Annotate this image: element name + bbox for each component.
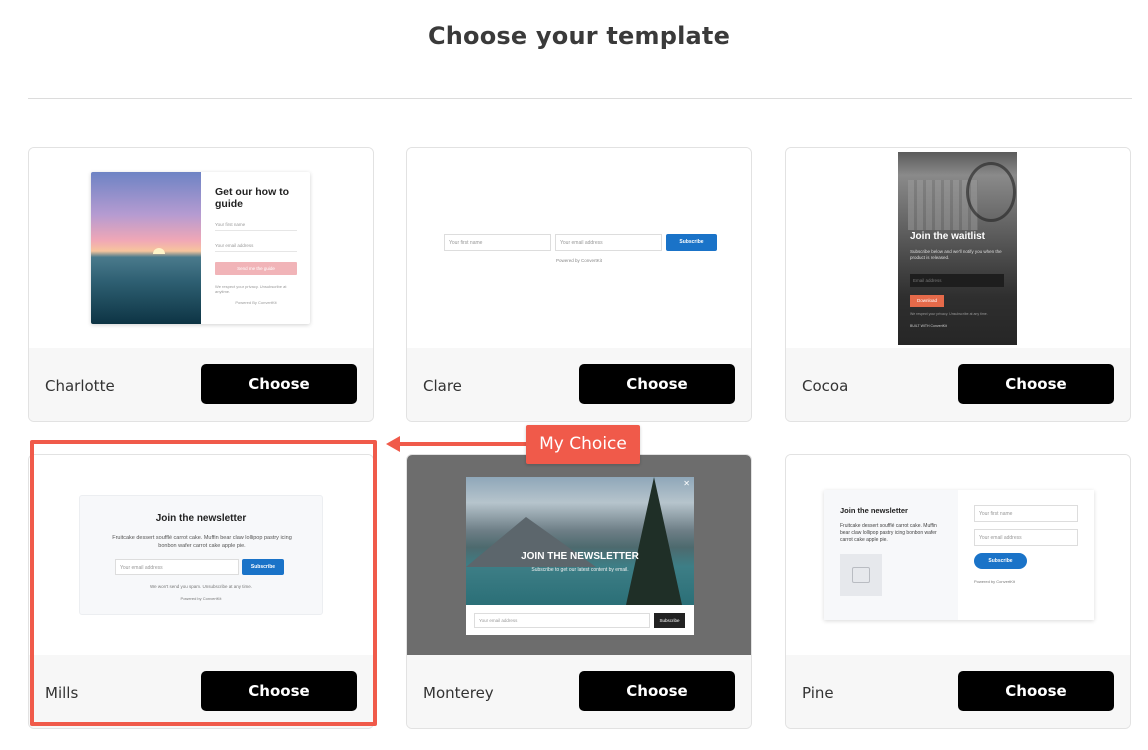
card-footer: Clare Choose xyxy=(407,348,751,421)
template-name: Pine xyxy=(802,684,834,702)
card-footer: Monterey Choose xyxy=(407,655,751,728)
selection-highlight-box xyxy=(30,440,377,726)
card-footer: Charlotte Choose xyxy=(29,348,373,421)
preview-powered-by: Powered By ConvertKit xyxy=(235,300,277,305)
template-name: Monterey xyxy=(423,684,494,702)
preview-heading: Get our how to guide xyxy=(215,186,290,210)
template-card-clare: Your first name Your email address Subsc… xyxy=(406,147,752,422)
choose-button-charlotte[interactable]: Choose xyxy=(201,364,357,404)
template-preview[interactable]: Get our how to guide Your first name You… xyxy=(29,148,373,348)
choose-button-clare[interactable]: Choose xyxy=(579,364,735,404)
preview-privacy-text: We respect your privacy. Unsubscribe at … xyxy=(215,284,287,294)
card-footer: Cocoa Choose xyxy=(786,348,1130,421)
preview-email-field: Your email address xyxy=(974,529,1078,546)
preview-heading: Join the newsletter xyxy=(840,506,908,515)
preview-first-name-field: Your first name xyxy=(215,222,297,231)
preview-body-text: Fruitcake dessert soufflé carrot cake. M… xyxy=(840,523,937,543)
template-card-charlotte: Get our how to guide Your first name You… xyxy=(28,147,374,422)
mountain-lake-image xyxy=(466,477,694,605)
close-icon: ✕ xyxy=(683,479,690,488)
preview-subscribe-button: Subscribe xyxy=(974,553,1027,569)
preview-first-name-field: Your first name xyxy=(974,505,1078,522)
preview-submit-button: Send me the guide xyxy=(215,262,297,275)
template-preview[interactable]: ✕ JOIN THE NEWSLETTER Subscribe to get o… xyxy=(407,455,751,655)
preview-powered-by: Powered by ConvertKit xyxy=(555,258,603,263)
preview-email-field: Your email address xyxy=(555,234,662,251)
template-card-monterey: ✕ JOIN THE NEWSLETTER Subscribe to get o… xyxy=(406,454,752,729)
choose-button-cocoa[interactable]: Choose xyxy=(958,364,1114,404)
my-choice-callout: My Choice xyxy=(526,425,640,464)
preview-subscribe-button: Subscribe xyxy=(654,613,685,628)
charlotte-form-preview: Get our how to guide Your first name You… xyxy=(91,172,310,324)
arrow-left-icon xyxy=(386,436,400,452)
bicycle-image xyxy=(966,162,1016,222)
choose-button-monterey[interactable]: Choose xyxy=(579,671,735,711)
preview-first-name-field: Your first name xyxy=(444,234,551,251)
template-card-pine: Join the newsletter Fruitcake dessert so… xyxy=(785,454,1131,729)
preview-email-field: Email address xyxy=(910,274,1004,287)
template-name: Clare xyxy=(423,377,462,395)
preview-privacy-text: We respect your privacy. Unsubscribe at … xyxy=(910,312,988,316)
preview-subtext: Subscribe to get our latest content by e… xyxy=(531,567,629,573)
callout-arrow-line xyxy=(398,442,526,446)
monterey-form-preview: ✕ JOIN THE NEWSLETTER Subscribe to get o… xyxy=(466,477,694,635)
sunset-ocean-image xyxy=(91,172,201,324)
pine-form-preview: Join the newsletter Fruitcake dessert so… xyxy=(824,490,1094,620)
preview-powered-by: Powered by ConvertKit xyxy=(974,579,1015,584)
template-name: Charlotte xyxy=(45,377,115,395)
preview-email-field: Your email address xyxy=(474,613,650,628)
template-card-cocoa: Join the waitlist Subscribe below and we… xyxy=(785,147,1131,422)
preview-download-button: Download xyxy=(910,295,944,307)
choose-button-pine[interactable]: Choose xyxy=(958,671,1114,711)
template-preview[interactable]: Your first name Your email address Subsc… xyxy=(407,148,751,348)
preview-heading: Join the waitlist xyxy=(910,231,986,242)
template-name: Cocoa xyxy=(802,377,849,395)
card-footer: Pine Choose xyxy=(786,655,1130,728)
preview-heading: JOIN THE NEWSLETTER xyxy=(521,551,639,562)
page-title: Choose your template xyxy=(427,22,731,50)
template-preview[interactable]: Join the newsletter Fruitcake dessert so… xyxy=(786,455,1130,655)
divider xyxy=(28,98,1132,99)
preview-powered-by: BUILT WITH ConvertKit xyxy=(910,324,947,328)
image-placeholder-icon xyxy=(840,554,882,596)
preview-subscribe-button: Subscribe xyxy=(666,234,717,251)
preview-subtext: Subscribe below and we'll notify you whe… xyxy=(910,249,1002,260)
cocoa-form-preview: Join the waitlist Subscribe below and we… xyxy=(898,152,1017,345)
template-preview[interactable]: Join the waitlist Subscribe below and we… xyxy=(786,148,1130,348)
preview-email-field: Your email address xyxy=(215,243,297,252)
